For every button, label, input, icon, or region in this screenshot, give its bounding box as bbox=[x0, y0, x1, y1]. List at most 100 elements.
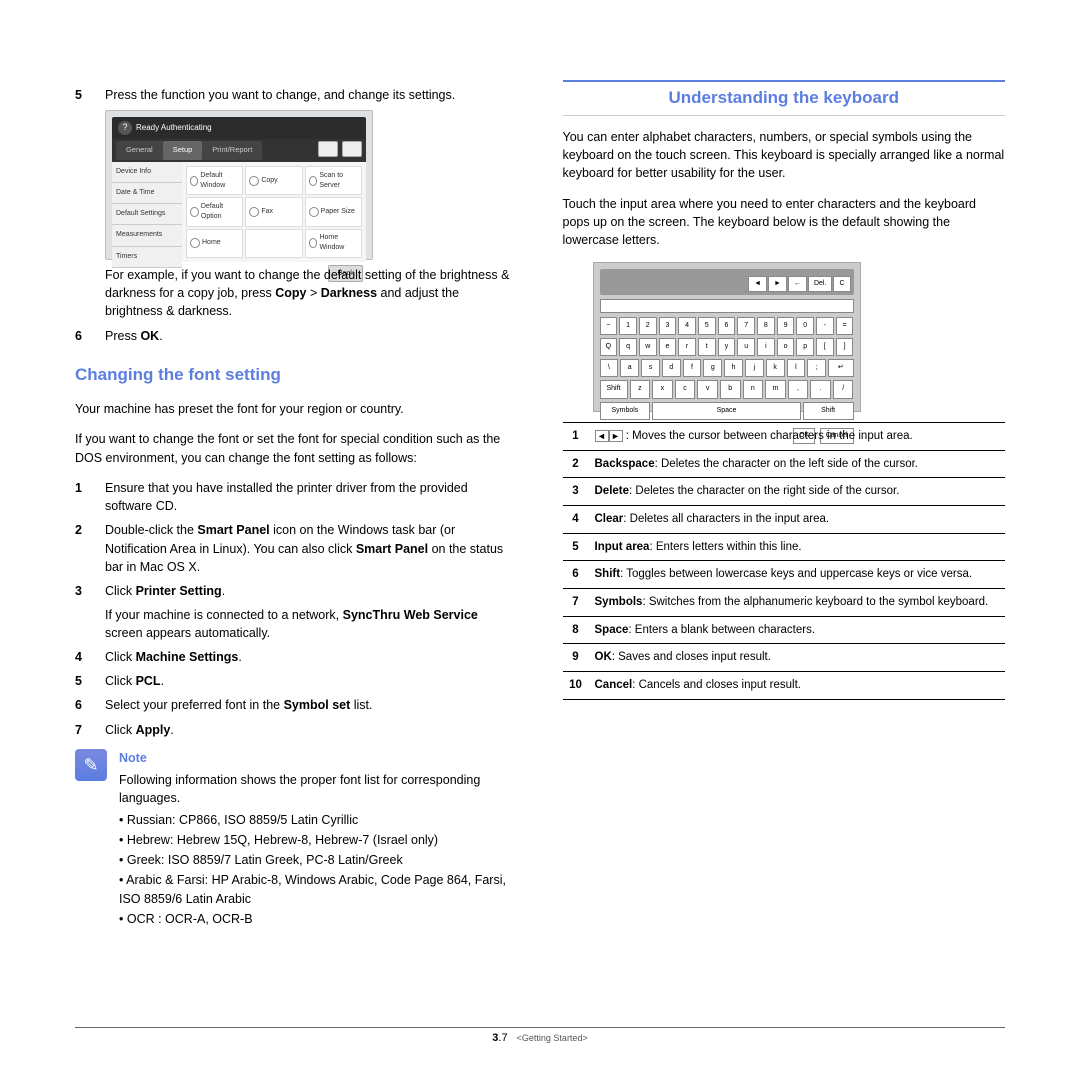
icon-b bbox=[342, 141, 362, 157]
step-num: 5 bbox=[75, 86, 89, 104]
ss1-side-item[interactable]: Measurements bbox=[112, 225, 182, 246]
table-row: 8Space: Enters a blank between character… bbox=[563, 616, 1006, 644]
example-text: For example, if you want to change the d… bbox=[105, 266, 518, 320]
table-row: 5Input area: Enters letters within this … bbox=[563, 533, 1006, 561]
keyboard-key[interactable]: k bbox=[766, 359, 785, 377]
keyboard-key[interactable]: b bbox=[720, 380, 741, 398]
keyboard-key[interactable]: ] bbox=[836, 338, 854, 356]
ss1-option[interactable]: Home Window bbox=[305, 229, 362, 258]
ss1-tab[interactable]: Setup bbox=[163, 141, 203, 160]
step-text: Press the function you want to change, a… bbox=[105, 86, 518, 104]
keyboard-key[interactable]: 3 bbox=[659, 317, 677, 335]
keyboard-key[interactable]: n bbox=[743, 380, 764, 398]
keyboard-key[interactable]: p bbox=[796, 338, 814, 356]
left-column: 5 Press the function you want to change, … bbox=[75, 80, 518, 930]
ss1-side-item[interactable]: Date & Time bbox=[112, 183, 182, 204]
keyboard-key[interactable]: Symbols bbox=[600, 402, 651, 420]
keyboard-key[interactable]: m bbox=[765, 380, 786, 398]
keyboard-key[interactable]: 6 bbox=[718, 317, 736, 335]
keyboard-key[interactable]: 2 bbox=[639, 317, 657, 335]
ss1-side-item[interactable]: Default Settings bbox=[112, 204, 182, 225]
table-row: 4Clear: Deletes all characters in the in… bbox=[563, 505, 1006, 533]
ss1-option bbox=[245, 229, 302, 258]
keyboard-key[interactable]: a bbox=[620, 359, 639, 377]
keyboard-key[interactable]: 7 bbox=[737, 317, 755, 335]
right-column: Understanding the keyboard You can enter… bbox=[563, 80, 1006, 930]
ss1-option[interactable]: Fax bbox=[245, 197, 302, 226]
keyboard-key[interactable]: ; bbox=[807, 359, 826, 377]
table-row: 2Backspace: Deletes the character on the… bbox=[563, 450, 1006, 478]
keyboard-key[interactable]: ↵ bbox=[828, 359, 853, 377]
ss1-option[interactable]: Default Option bbox=[186, 197, 243, 226]
keyboard-nav-key[interactable]: ► bbox=[768, 276, 787, 292]
left-arrow-icon: ◄ bbox=[595, 430, 609, 442]
ss1-side-item[interactable]: Device Info bbox=[112, 162, 182, 183]
keyboard-key[interactable]: 1 bbox=[619, 317, 637, 335]
keyboard-key[interactable]: q bbox=[619, 338, 637, 356]
keyboard-key[interactable]: y bbox=[718, 338, 736, 356]
table-row: 1◄► : Moves the cursor between character… bbox=[563, 422, 1006, 450]
keyboard-key[interactable]: w bbox=[639, 338, 657, 356]
icon-a bbox=[318, 141, 338, 157]
table-row: 9OK: Saves and closes input result. bbox=[563, 644, 1006, 672]
keyboard-nav-key[interactable]: C bbox=[833, 276, 850, 292]
keyboard-key[interactable]: 5 bbox=[698, 317, 716, 335]
keyboard-key[interactable]: Space bbox=[652, 402, 800, 420]
keyboard-key[interactable]: i bbox=[757, 338, 775, 356]
font-list: Russian: CP866, ISO 8859/5 Latin Cyrilli… bbox=[119, 811, 518, 928]
keyboard-key[interactable]: o bbox=[777, 338, 795, 356]
keyboard-key[interactable]: ~ bbox=[600, 317, 618, 335]
right-arrow-icon: ► bbox=[609, 430, 623, 442]
page-footer: 3.7 <Getting Started> bbox=[75, 1027, 1005, 1044]
keyboard-key[interactable]: t bbox=[698, 338, 716, 356]
table-row: 6Shift: Toggles between lowercase keys a… bbox=[563, 561, 1006, 589]
input-area[interactable] bbox=[600, 299, 854, 313]
keyboard-key[interactable]: z bbox=[630, 380, 651, 398]
keyboard-key[interactable]: - bbox=[816, 317, 834, 335]
keyboard-description-table: 1◄► : Moves the cursor between character… bbox=[563, 422, 1006, 700]
keyboard-key[interactable]: l bbox=[787, 359, 806, 377]
note-icon: ✎ bbox=[75, 749, 107, 781]
keyboard-key[interactable]: j bbox=[745, 359, 764, 377]
table-row: 3Delete: Deletes the character on the ri… bbox=[563, 478, 1006, 506]
ss1-tab[interactable]: Print/Report bbox=[202, 141, 262, 160]
keyboard-key[interactable]: Shift bbox=[803, 402, 854, 420]
keyboard-key[interactable]: 4 bbox=[678, 317, 696, 335]
keyboard-key[interactable]: \ bbox=[600, 359, 619, 377]
keyboard-key[interactable]: = bbox=[836, 317, 854, 335]
ss1-side-item[interactable]: Timers bbox=[112, 247, 182, 268]
keyboard-key[interactable]: [ bbox=[816, 338, 834, 356]
keyboard-key[interactable]: u bbox=[737, 338, 755, 356]
keyboard-key[interactable]: Q bbox=[600, 338, 618, 356]
section-font-setting: Changing the font setting bbox=[75, 363, 518, 388]
settings-screenshot: ?Ready Authenticating GeneralSetupPrint/… bbox=[105, 110, 373, 260]
ss1-option[interactable]: Scan to Server bbox=[305, 166, 362, 195]
keyboard-screenshot: ◄►←Del.C ~1234567890-= Qqwertyuiop[] \as… bbox=[593, 262, 861, 412]
keyboard-key[interactable]: s bbox=[641, 359, 660, 377]
keyboard-key[interactable]: e bbox=[659, 338, 677, 356]
keyboard-key[interactable]: 8 bbox=[757, 317, 775, 335]
keyboard-nav-key[interactable]: Del. bbox=[808, 276, 832, 292]
keyboard-key[interactable]: 0 bbox=[796, 317, 814, 335]
keyboard-key[interactable]: h bbox=[724, 359, 743, 377]
keyboard-key[interactable]: 9 bbox=[777, 317, 795, 335]
keyboard-key[interactable]: g bbox=[703, 359, 722, 377]
keyboard-key[interactable]: . bbox=[810, 380, 831, 398]
keyboard-key[interactable]: , bbox=[788, 380, 809, 398]
ss1-option[interactable]: Paper Size bbox=[305, 197, 362, 226]
ss1-option[interactable]: Home bbox=[186, 229, 243, 258]
keyboard-key[interactable]: v bbox=[697, 380, 718, 398]
keyboard-key[interactable]: Shift bbox=[600, 380, 628, 398]
qmark-icon: ? bbox=[118, 121, 132, 135]
keyboard-key[interactable]: d bbox=[662, 359, 681, 377]
keyboard-key[interactable]: x bbox=[652, 380, 673, 398]
keyboard-key[interactable]: / bbox=[833, 380, 854, 398]
keyboard-nav-key[interactable]: ◄ bbox=[748, 276, 767, 292]
keyboard-key[interactable]: f bbox=[683, 359, 702, 377]
ss1-option[interactable]: Copy bbox=[245, 166, 302, 195]
ss1-tab[interactable]: General bbox=[116, 141, 163, 160]
keyboard-key[interactable]: c bbox=[675, 380, 696, 398]
keyboard-nav-key[interactable]: ← bbox=[788, 276, 807, 292]
keyboard-key[interactable]: r bbox=[678, 338, 696, 356]
ss1-option[interactable]: Default Window bbox=[186, 166, 243, 195]
